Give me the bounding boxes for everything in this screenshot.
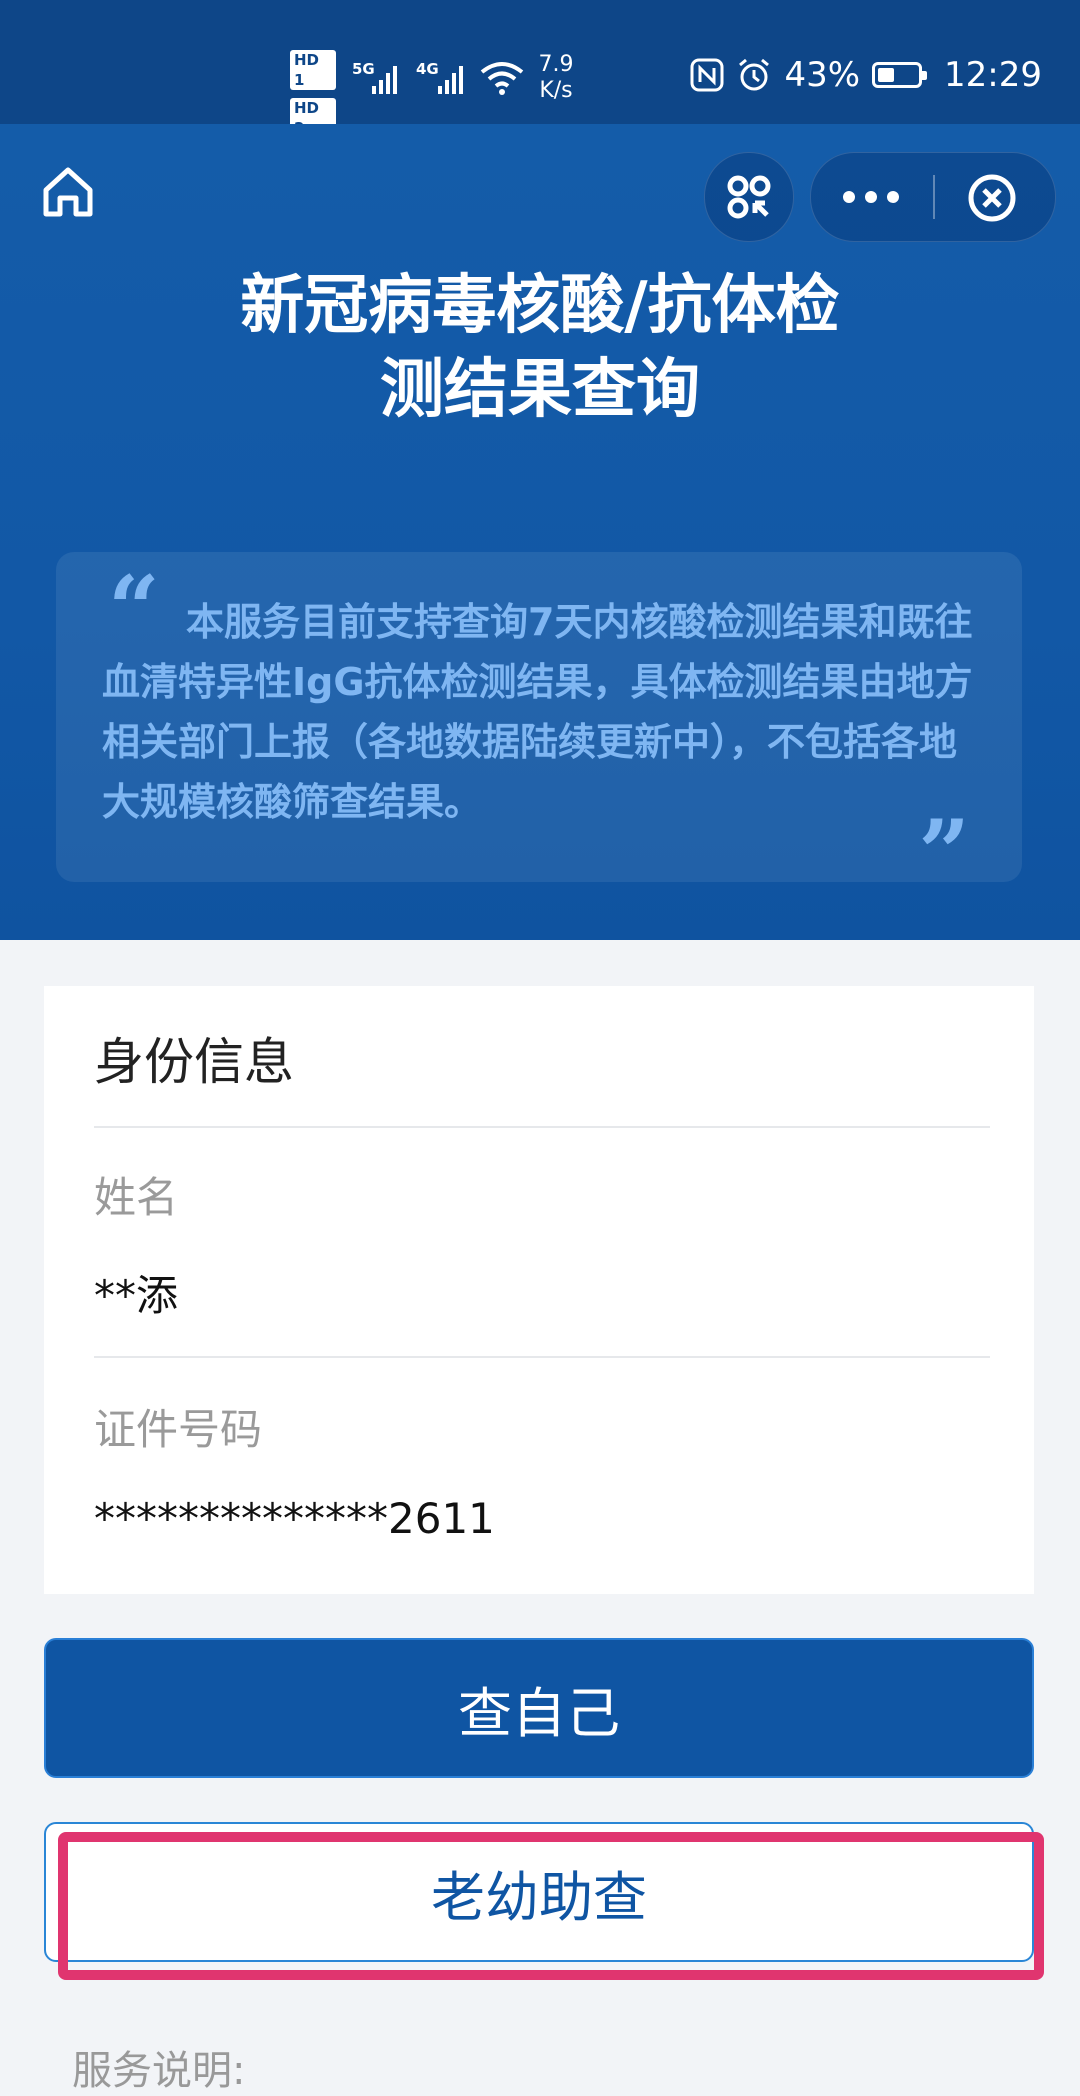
scan-button[interactable] (704, 152, 794, 242)
clock: 12:29 (944, 55, 1042, 95)
close-icon[interactable] (967, 173, 1017, 223)
query-self-button[interactable]: 查自己 (44, 1638, 1034, 1778)
assist-query-button[interactable]: 老幼助查 (44, 1822, 1034, 1962)
home-icon[interactable] (40, 164, 96, 220)
speed-value: 7.9 (538, 52, 574, 77)
quote-close-icon: ” (918, 800, 970, 906)
divider (94, 1356, 990, 1358)
net2-label: 4G (416, 60, 439, 78)
battery-fill (878, 68, 895, 82)
battery-icon (872, 62, 928, 88)
status-right: 43% 12:29 (690, 55, 1042, 95)
hd1-badge: HD 1 (290, 50, 336, 90)
page-title: 新冠病毒核酸/抗体检 测结果查询 (0, 264, 1080, 432)
title-line1: 新冠病毒核酸/抗体检 (240, 269, 840, 343)
notice-text: 本服务目前支持查询7天内核酸检测结果和既往血清特异性IgG抗体检测结果，具体检测… (102, 600, 973, 824)
status-bar: HD 1 HD 2 5G 4G 7.9 K/s 43% 12:29 (0, 0, 1080, 138)
name-label: 姓名 (94, 1173, 179, 1222)
wifi-icon (480, 62, 524, 95)
identity-card: 身份信息 姓名 **添 证件号码 **************2611 (44, 986, 1034, 1594)
signal-icon (372, 66, 397, 94)
title-line2: 测结果查询 (380, 353, 700, 427)
battery-percent: 43% (784, 55, 861, 95)
signal-icon (438, 66, 463, 94)
nfc-icon (690, 58, 724, 92)
page-header: 新冠病毒核酸/抗体检 测结果查询 “ 本服务目前支持查询7天内核酸检测结果和既往… (0, 124, 1080, 940)
network-speed: 7.9 K/s (538, 52, 574, 104)
alarm-icon (739, 58, 770, 91)
id-value: **************2611 (94, 1494, 495, 1543)
identity-title: 身份信息 (94, 1033, 294, 1091)
scan-icon (727, 175, 771, 219)
speed-unit: K/s (539, 78, 573, 103)
name-value: **添 (94, 1271, 179, 1320)
divider (94, 1126, 990, 1128)
mini-program-capsule (810, 152, 1056, 242)
notice-box: “ 本服务目前支持查询7天内核酸检测结果和既往血清特异性IgG抗体检测结果，具体… (56, 552, 1022, 898)
service-note: 服务说明: (72, 2048, 246, 2094)
more-icon[interactable] (841, 187, 901, 207)
id-label: 证件号码 (94, 1405, 263, 1454)
capsule-divider (933, 175, 935, 219)
